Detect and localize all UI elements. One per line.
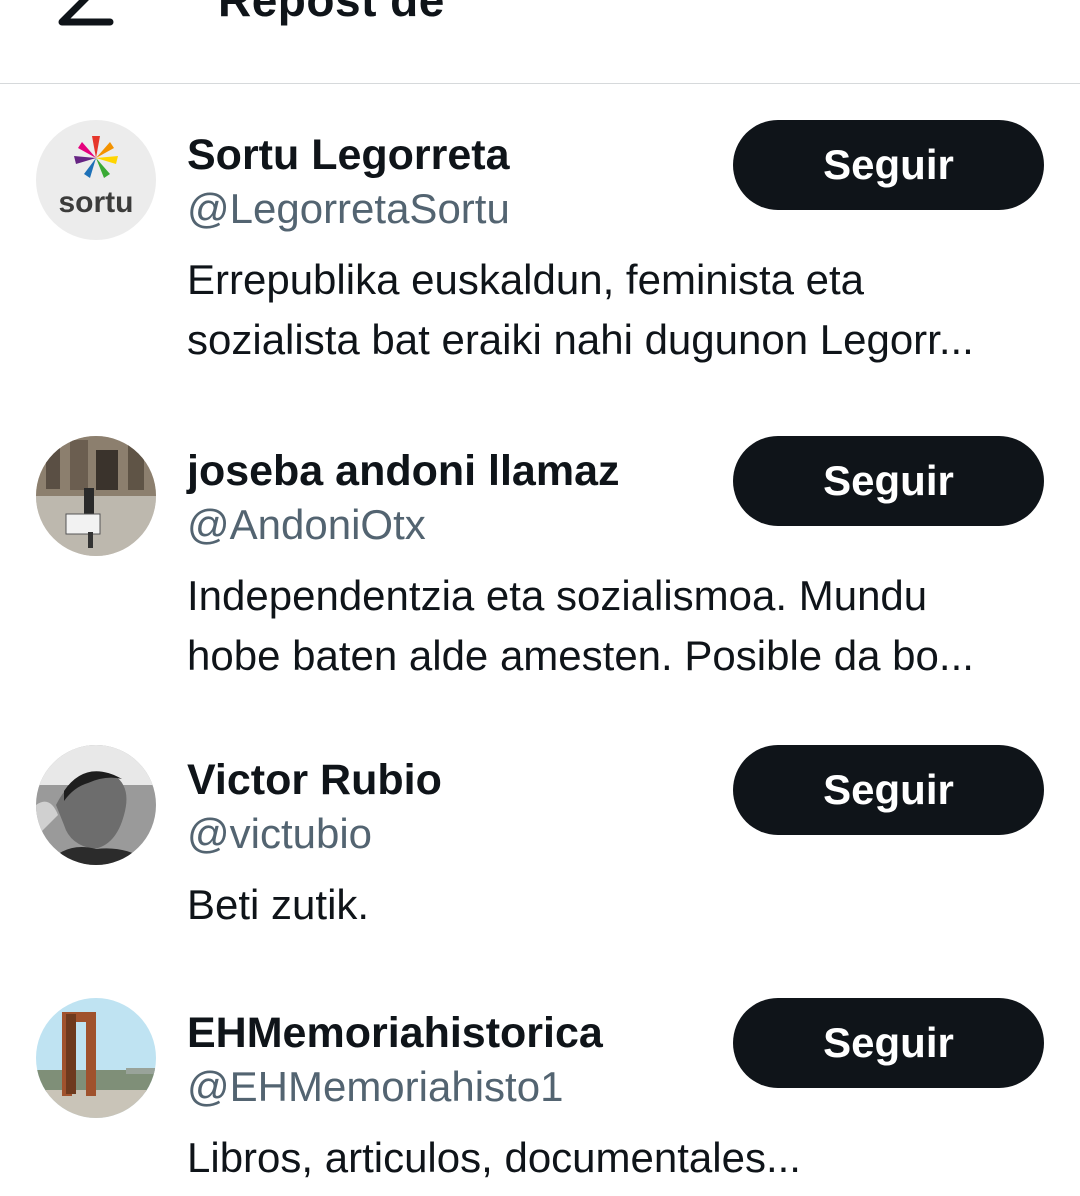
user-name[interactable]: EHMemoriahistorica: [187, 1008, 603, 1058]
bio-line: Libros, articulos, documentales...: [187, 1134, 801, 1181]
user-bio: Libros, articulos, documentales...: [187, 1128, 1047, 1188]
avatar[interactable]: [36, 436, 156, 556]
bio-line: Errepublika euskaldun, feminista eta: [187, 256, 865, 303]
user-name[interactable]: Victor Rubio: [187, 755, 442, 805]
arrow-left-icon: [58, 0, 114, 26]
follow-button[interactable]: Seguir: [733, 120, 1044, 210]
avatar[interactable]: [36, 998, 156, 1118]
user-name[interactable]: Sortu Legorreta: [187, 130, 510, 180]
avatar[interactable]: [36, 745, 156, 865]
back-button[interactable]: [52, 0, 122, 30]
user-bio: Independentzia eta sozialismoa. Mundu ho…: [187, 566, 1047, 686]
user-bio: Errepublika euskaldun, feminista eta soz…: [187, 250, 1047, 370]
user-handle: @EHMemoriahisto1: [187, 1063, 564, 1110]
bio-line: hobe baten alde amesten. Posible da bo..…: [187, 632, 974, 679]
avatar[interactable]: sortu: [36, 120, 156, 240]
user-handle: @AndoniOtx: [187, 501, 426, 548]
user-name[interactable]: joseba andoni llamaz: [187, 446, 620, 496]
bio-line: sozialista bat eraiki nahi dugunon Legor…: [187, 316, 974, 363]
user-handle: @victubio: [187, 810, 373, 857]
top-bar: Repost de: [0, 0, 1080, 84]
bio-line: Independentzia eta sozialismoa. Mundu: [187, 572, 928, 619]
follow-button[interactable]: Seguir: [733, 745, 1044, 835]
sortu-logo-text: sortu: [59, 186, 134, 219]
follow-button[interactable]: Seguir: [733, 998, 1044, 1088]
bio-line: Beti zutik.: [187, 881, 370, 928]
follow-button[interactable]: Seguir: [733, 436, 1044, 526]
user-bio: Beti zutik.: [187, 875, 1047, 935]
page-title: Repost de: [218, 0, 445, 26]
user-handle: @LegorretaSortu: [187, 185, 510, 232]
